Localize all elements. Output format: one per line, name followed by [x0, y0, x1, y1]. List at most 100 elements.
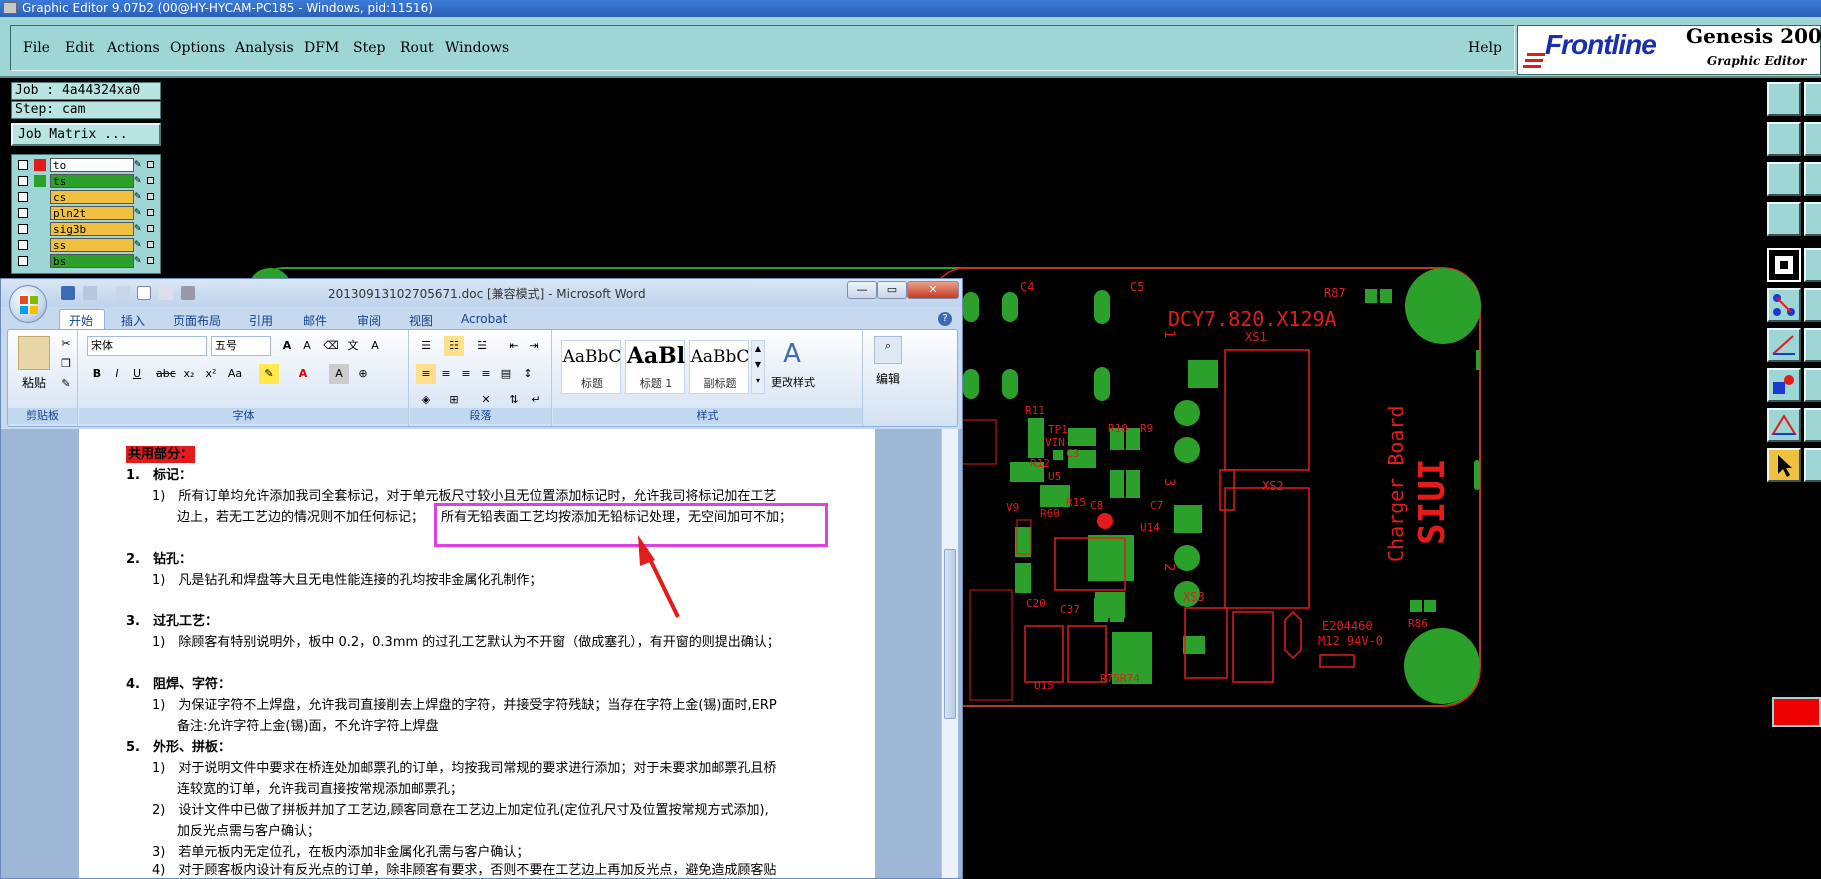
layer-checkbox[interactable]	[18, 176, 28, 186]
superscript-button[interactable]: x²	[201, 364, 221, 384]
menu-analysis[interactable]: Analysis	[235, 40, 294, 56]
decrease-indent-icon[interactable]: ⇤	[504, 336, 524, 356]
line-spacing-icon[interactable]: ↕	[518, 364, 538, 384]
layer-checkbox[interactable]	[18, 224, 28, 234]
style-heading1[interactable]: AaBl 标题 1	[625, 340, 685, 394]
edit-button[interactable]: 编辑	[876, 370, 900, 387]
phonetic-icon[interactable]: 文	[343, 336, 363, 356]
tab-insert[interactable]: 插入	[121, 312, 145, 329]
style-subtitle[interactable]: AaBbC 副标题	[689, 340, 749, 394]
print-preview-icon[interactable]	[159, 286, 173, 300]
tab-home[interactable]: 开始	[69, 312, 93, 329]
layer-color-swatch[interactable]	[34, 175, 46, 187]
shading-icon[interactable]: ◈	[416, 390, 436, 410]
layer-color-swatch[interactable]	[34, 207, 46, 219]
char-shading-icon[interactable]: A	[329, 364, 349, 384]
change-styles-button[interactable]: 更改样式	[771, 374, 815, 390]
paste-icon[interactable]	[18, 336, 50, 370]
toolbar-extra-icon[interactable]	[1804, 368, 1821, 402]
layer-checkbox[interactable]	[18, 240, 28, 250]
help-icon[interactable]: ?	[938, 312, 952, 326]
layer-checkbox[interactable]	[18, 256, 28, 266]
underline-button[interactable]: U	[127, 364, 147, 384]
layer-row-bs[interactable]: bs ✎	[14, 254, 158, 268]
styles-scroll[interactable]: ▲ ▼ ▾	[751, 340, 765, 394]
zoom-home-icon[interactable]	[1767, 82, 1801, 116]
redo-icon[interactable]	[116, 286, 130, 300]
pencil-icon[interactable]: ✎	[134, 222, 146, 236]
vertical-scrollbar[interactable]	[941, 429, 958, 878]
menu-rout[interactable]: Rout	[400, 40, 434, 56]
layer-row-ss[interactable]: ss ✎	[14, 238, 158, 252]
layer-work-toggle[interactable]	[147, 193, 154, 200]
menu-options[interactable]: Options	[170, 40, 225, 56]
pencil-icon[interactable]: ✎	[134, 238, 146, 252]
undo-icon[interactable]	[83, 286, 97, 300]
font-size-combo[interactable]: 五号	[211, 336, 271, 356]
multilevel-list-icon[interactable]: ☱	[472, 336, 492, 356]
highlight-icon[interactable]: ✎	[259, 364, 279, 384]
layer-name[interactable]: ss	[50, 238, 134, 252]
format-painter-icon[interactable]: ✎	[56, 374, 76, 394]
menu-windows[interactable]: Windows	[445, 40, 509, 56]
numbering-icon[interactable]: ☷	[444, 336, 464, 356]
tab-view[interactable]: 视图	[409, 312, 433, 329]
show-marks-icon[interactable]: ↵	[526, 390, 546, 410]
save-icon[interactable]	[61, 286, 75, 300]
toolbar-extra-icon[interactable]	[1804, 82, 1821, 116]
zoom-fit-icon[interactable]	[1767, 162, 1801, 196]
enclose-char-icon[interactable]: ⊕	[353, 364, 373, 384]
font-name-combo[interactable]: 宋体	[87, 336, 207, 356]
font-color-icon[interactable]: A	[293, 364, 313, 384]
borders-icon[interactable]: ⊞	[444, 390, 464, 410]
layer-checkbox[interactable]	[18, 160, 28, 170]
layer-color-swatch[interactable]	[34, 239, 46, 251]
toolbar-extra-icon[interactable]	[1804, 328, 1821, 362]
layer-name[interactable]: to	[50, 158, 134, 172]
strikethrough-button[interactable]: abc	[155, 364, 176, 384]
feature-icon[interactable]	[1767, 368, 1801, 402]
shrink-font-icon[interactable]: A	[297, 336, 317, 356]
layer-color-swatch[interactable]	[34, 191, 46, 203]
pencil-icon[interactable]: ✎	[134, 206, 146, 220]
toolbar-extra-icon[interactable]	[1804, 288, 1821, 322]
layer-row-pln2t[interactable]: pln2t ✎	[14, 206, 158, 220]
toolbar-extra-icon[interactable]	[1804, 122, 1821, 156]
menu-actions[interactable]: Actions	[107, 40, 160, 56]
tab-references[interactable]: 引用	[249, 312, 273, 329]
measure-icon[interactable]	[1767, 328, 1801, 362]
toolbar-extra-icon[interactable]	[1804, 202, 1821, 236]
layer-work-toggle[interactable]	[147, 177, 154, 184]
net-icon[interactable]	[1767, 288, 1801, 322]
align-left-icon[interactable]: ≡	[416, 364, 436, 384]
toolbar-extra-icon[interactable]	[1804, 162, 1821, 196]
grow-font-icon[interactable]: A	[277, 336, 297, 356]
align-center-icon[interactable]: ≡	[436, 364, 456, 384]
cut-icon[interactable]: ✂	[56, 334, 76, 354]
layer-name[interactable]: ts	[50, 174, 134, 188]
layer-work-toggle[interactable]	[147, 225, 154, 232]
change-styles-icon[interactable]: A	[775, 336, 809, 370]
tab-review[interactable]: 审阅	[357, 312, 381, 329]
tab-acrobat[interactable]: Acrobat	[461, 312, 507, 326]
toolbar-extra-icon[interactable]	[1804, 408, 1821, 442]
layer-row-ts[interactable]: ts ✎	[14, 174, 158, 188]
pencil-icon[interactable]: ✎	[134, 190, 146, 204]
sort-icon[interactable]: ⇅	[504, 390, 524, 410]
color-indicator[interactable]	[1772, 697, 1821, 727]
layer-name[interactable]: cs	[50, 190, 134, 204]
align-right-icon[interactable]: ≡	[456, 364, 476, 384]
layer-name[interactable]: bs	[50, 254, 134, 268]
layer-name[interactable]: sig3b	[50, 222, 134, 236]
justify-icon[interactable]: ≡	[476, 364, 496, 384]
pencil-icon[interactable]: ✎	[134, 254, 146, 268]
layer-name[interactable]: pln2t	[50, 206, 134, 220]
clear-format-icon[interactable]: ⌫	[321, 336, 341, 356]
tab-mailings[interactable]: 邮件	[303, 312, 327, 329]
distribute-icon[interactable]: ▤	[496, 364, 516, 384]
layer-color-swatch[interactable]	[34, 255, 46, 267]
layer-row-sig3b[interactable]: sig3b ✎	[14, 222, 158, 236]
polygon-icon[interactable]	[1767, 408, 1801, 442]
change-case-button[interactable]: Aa	[225, 364, 245, 384]
menu-step[interactable]: Step	[353, 40, 385, 56]
